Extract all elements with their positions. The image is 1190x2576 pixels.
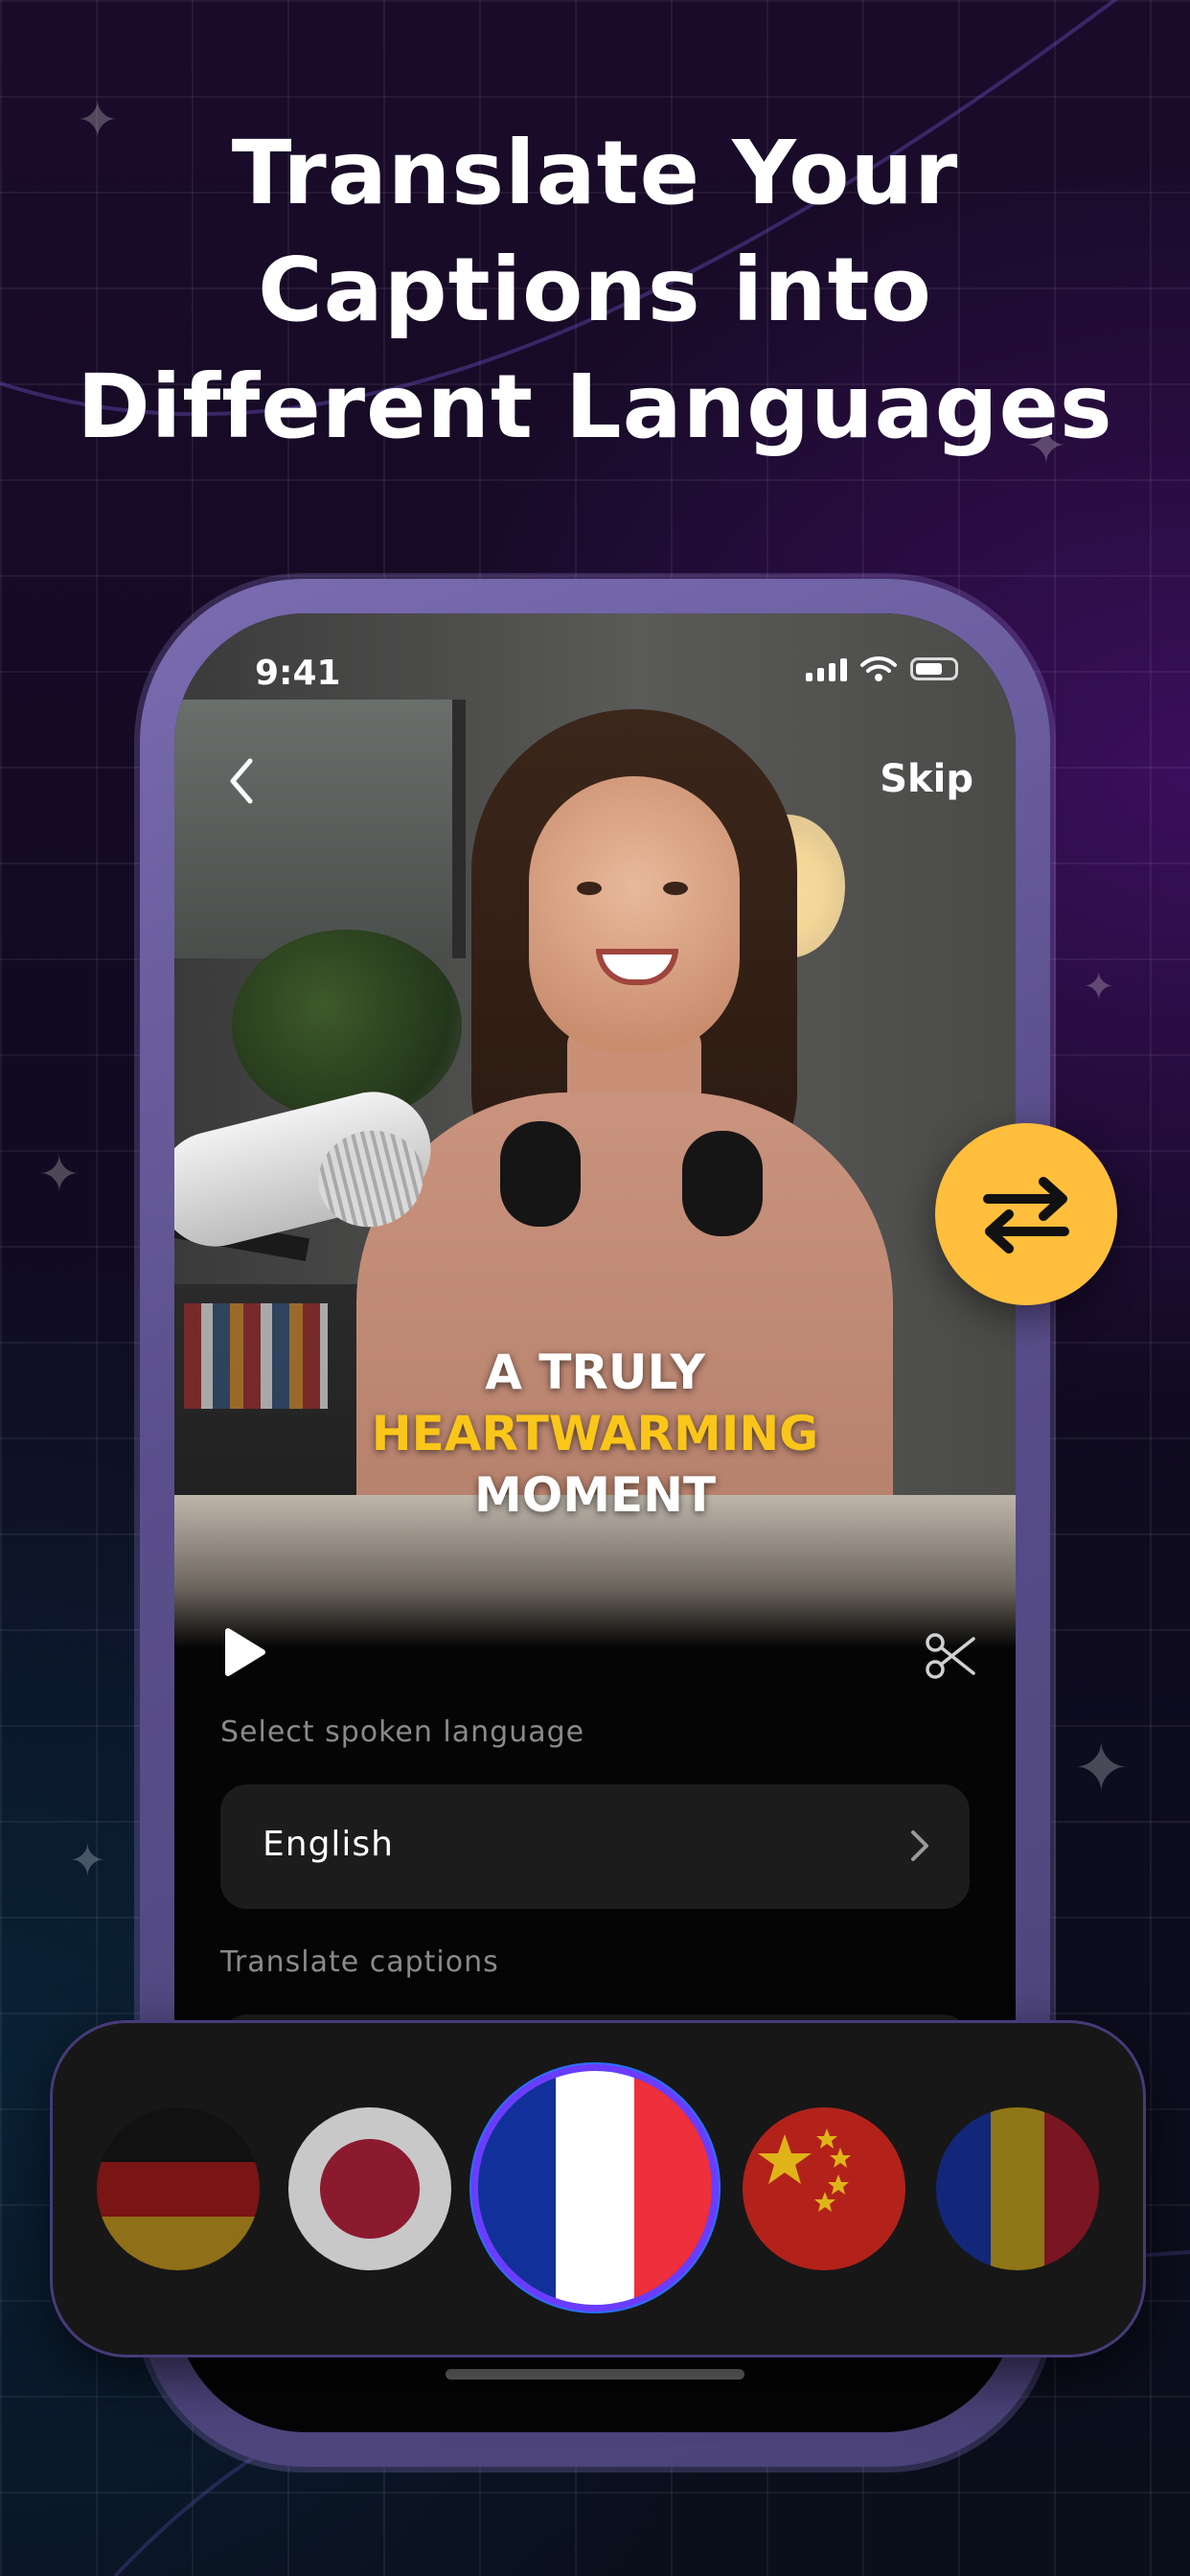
headline-line-3: Different Languages — [77, 356, 1113, 458]
germany-flag-icon[interactable] — [97, 2107, 260, 2270]
status-time: 9:41 — [255, 654, 341, 693]
sparkle-icon: ✦ — [69, 1834, 106, 1886]
scissors-icon — [926, 1633, 975, 1679]
status-icons — [806, 656, 958, 682]
sparkle-icon: ✦ — [38, 1146, 80, 1204]
language-flag-picker — [50, 2020, 1146, 2358]
skip-button[interactable]: Skip — [880, 757, 973, 801]
swap-arrows-icon — [983, 1177, 1069, 1254]
status-bar: 9:41 — [174, 613, 1016, 728]
sparkle-icon: ✦ — [1073, 1729, 1130, 1807]
spoken-language-value: English — [263, 1825, 394, 1864]
chevron-right-icon — [911, 1830, 928, 1861]
play-icon — [225, 1628, 265, 1676]
battery-icon — [910, 657, 958, 680]
background-plant — [232, 930, 462, 1121]
caption-line-2: HEARTWARMING — [371, 1406, 819, 1461]
spoken-language-select[interactable]: English — [220, 1784, 970, 1909]
china-flag-icon[interactable] — [743, 2107, 905, 2270]
caption-line-1: A TRULY — [485, 1345, 705, 1400]
video-caption: A TRULY HEARTWARMING MOMENT — [174, 1342, 1016, 1526]
presenter-eye — [663, 882, 688, 895]
headline-line-1: Translate Your — [231, 122, 959, 224]
home-indicator[interactable] — [446, 2369, 744, 2380]
play-button[interactable] — [220, 1627, 268, 1681]
trim-button[interactable] — [924, 1629, 977, 1687]
headline: Translate Your Captions into Different L… — [0, 115, 1190, 466]
presenter-eye — [577, 882, 602, 895]
swap-language-button[interactable] — [935, 1123, 1117, 1305]
headline-line-2: Captions into — [258, 239, 932, 341]
presenter-face — [529, 776, 740, 1054]
back-button[interactable] — [213, 748, 270, 815]
headphone-right — [682, 1131, 763, 1236]
spoken-language-label: Select spoken language — [220, 1715, 585, 1749]
romania-flag-icon[interactable] — [936, 2107, 1099, 2270]
headphone-left — [500, 1121, 581, 1227]
wifi-icon — [860, 656, 897, 681]
cellular-signal-icon — [806, 656, 847, 681]
translate-captions-label: Translate captions — [220, 1945, 499, 1979]
japan-flag-icon[interactable] — [288, 2107, 451, 2270]
caption-line-3: MOMENT — [473, 1467, 717, 1523]
chevron-left-icon — [230, 758, 253, 804]
france-flag-icon[interactable] — [478, 2071, 712, 2305]
sparkle-icon: ✦ — [1083, 965, 1115, 1009]
background-window — [174, 700, 466, 958]
